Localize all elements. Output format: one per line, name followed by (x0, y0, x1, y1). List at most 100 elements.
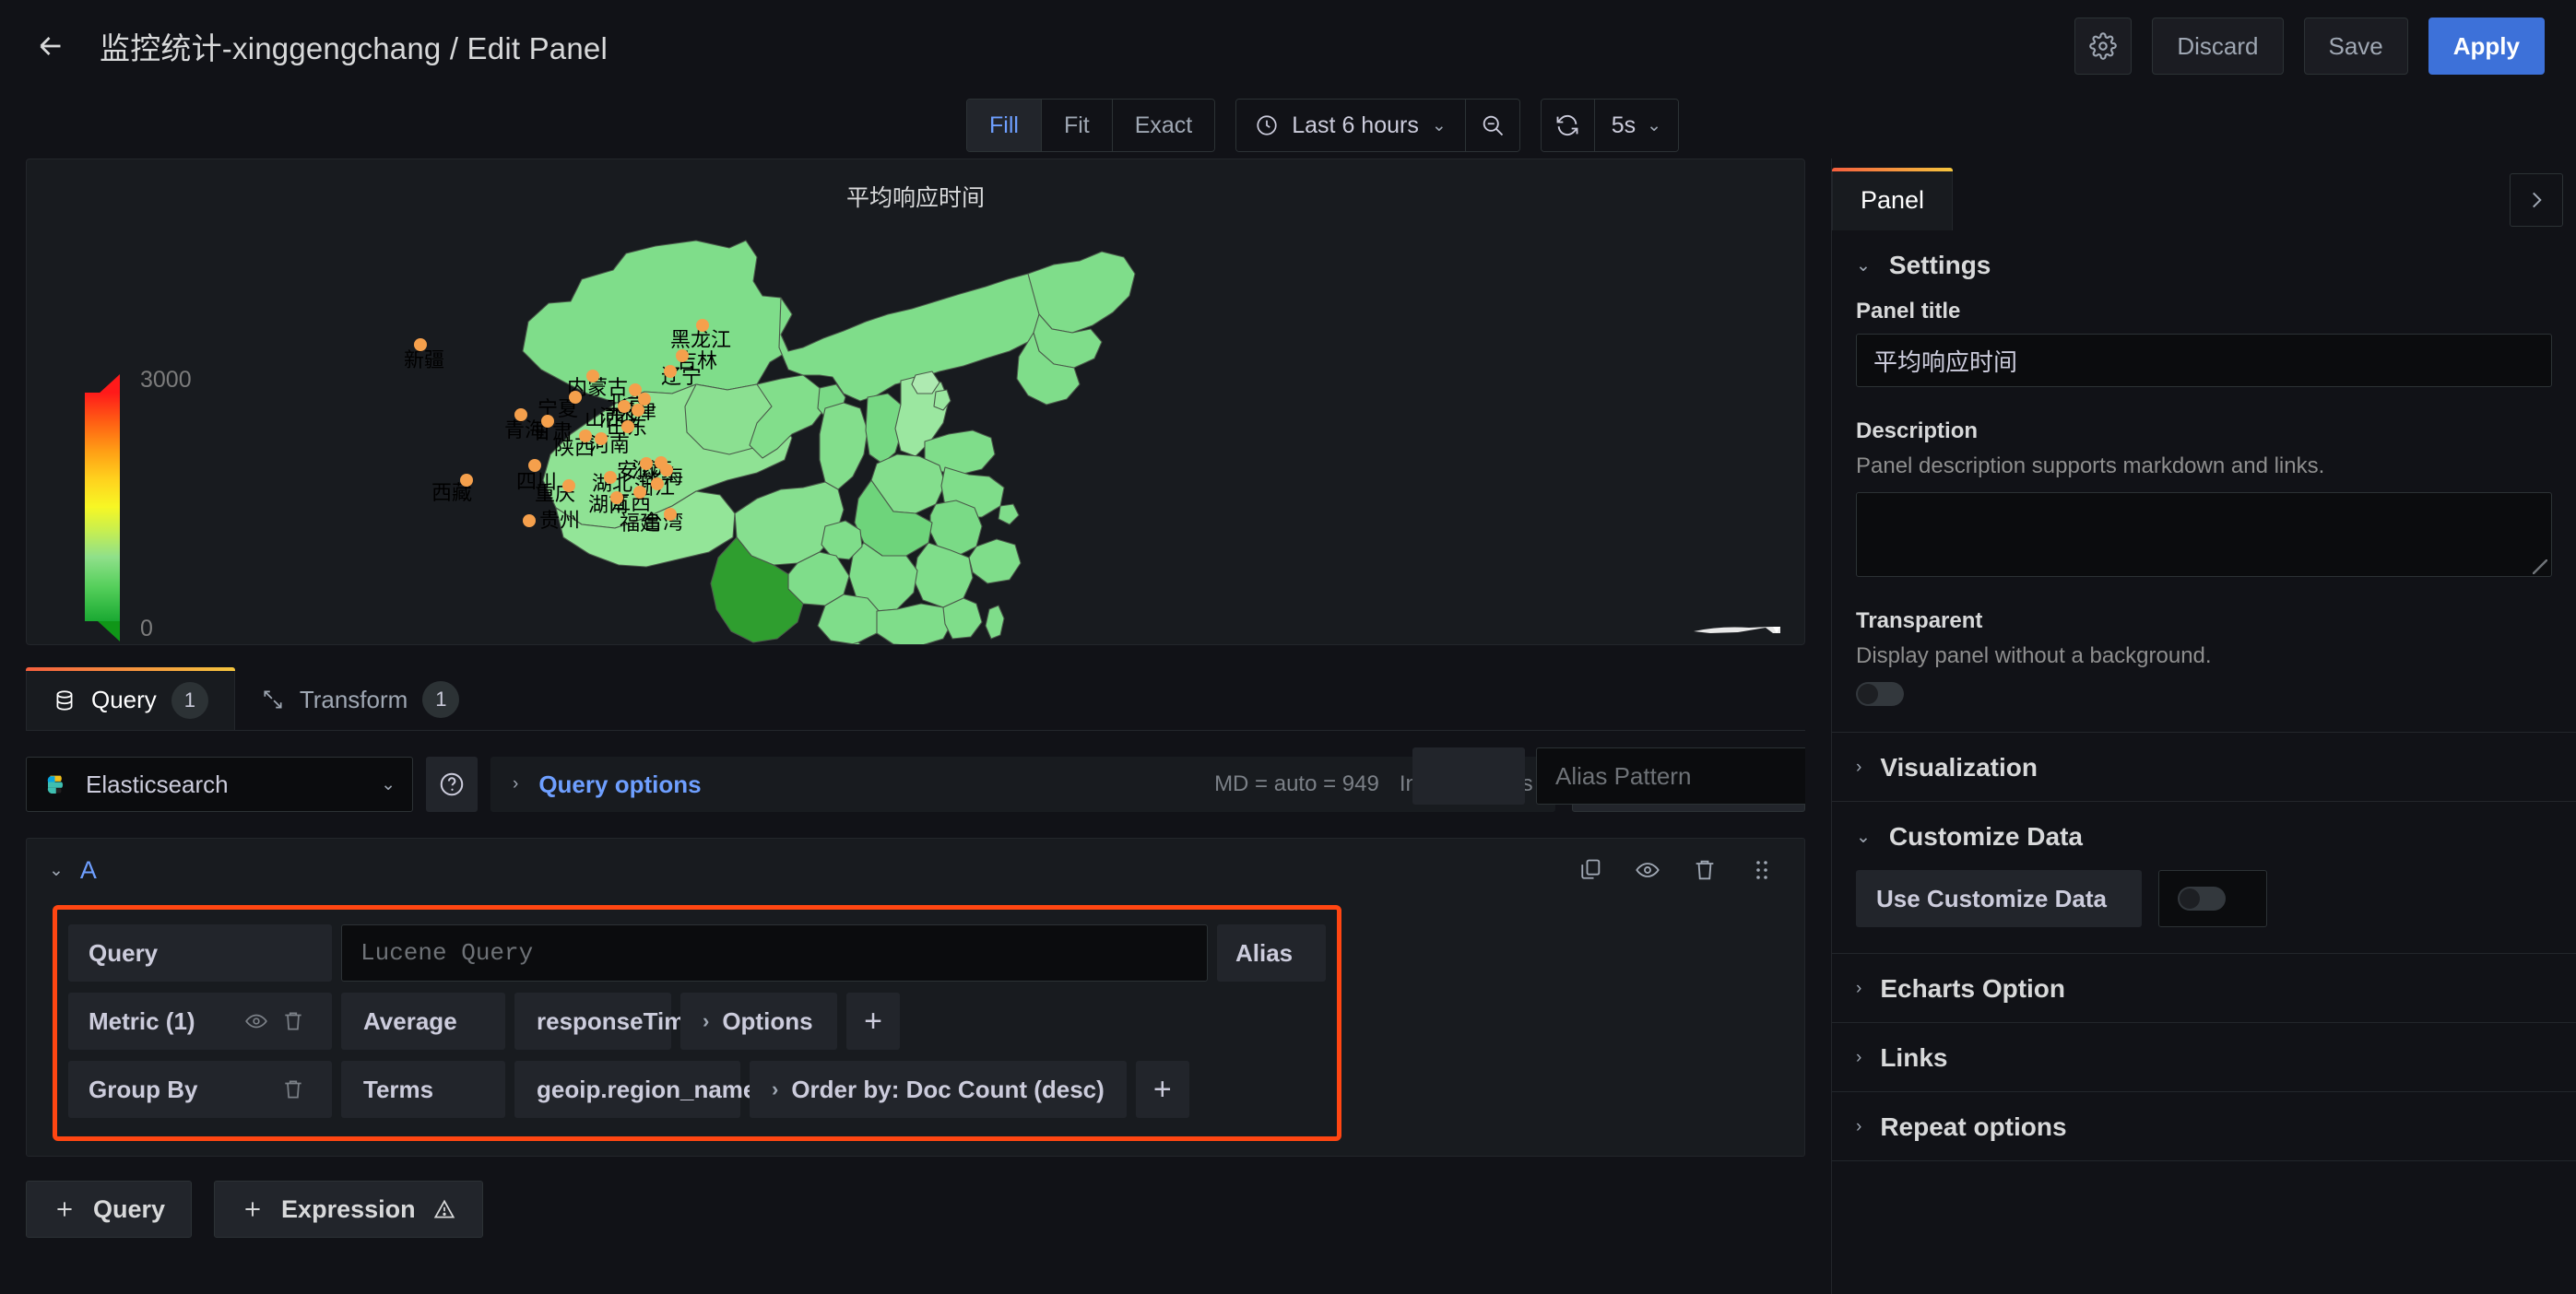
metric-remove-button[interactable] (275, 1009, 312, 1033)
trash-icon (1696, 860, 1714, 880)
map-dot (664, 365, 677, 378)
panel-title-input[interactable]: 平均响应时间 (1856, 334, 2552, 387)
zoom-out-icon (1483, 115, 1503, 136)
discard-button[interactable]: Discard (2152, 18, 2284, 75)
drag-handle[interactable] (1742, 850, 1782, 890)
section-repeat-options-header[interactable]: › Repeat options (1832, 1092, 2576, 1160)
add-group-by-button[interactable]: + (1135, 1061, 1189, 1118)
tab-query[interactable]: Query 1 (26, 667, 235, 730)
section-settings-header[interactable]: ⌄ Settings (1832, 230, 2576, 299)
chevron-right-icon: › (1856, 1117, 1862, 1136)
map-label-xizang: 西藏 (431, 482, 473, 505)
description-textarea[interactable] (1856, 492, 2552, 577)
chevron-down-icon: ⌄ (381, 774, 396, 794)
add-expression-button[interactable]: Expression (214, 1181, 483, 1238)
refresh-dashboard-button[interactable] (1541, 100, 1595, 151)
highlight-region: Query Lucene Query Alias Metric (1) Aver… (53, 905, 1341, 1141)
fit-mode-fit[interactable]: Fit (1041, 100, 1113, 151)
use-customize-data-toggle[interactable] (2158, 870, 2267, 927)
map-dot (562, 479, 575, 492)
fit-mode-fill[interactable]: Fill (967, 100, 1042, 151)
chevron-right-icon[interactable]: › (513, 774, 518, 794)
drag-handle-icon (1756, 861, 1767, 879)
map-dot (569, 391, 582, 404)
metric-toggle-visibility-button[interactable] (238, 1009, 275, 1033)
chevron-down-icon[interactable]: ⌄ (49, 860, 64, 881)
save-button[interactable]: Save (2303, 18, 2408, 75)
apply-button[interactable]: Apply (2428, 18, 2545, 75)
map-dot (640, 457, 653, 470)
section-repeat-options-title: Repeat options (1880, 1112, 2067, 1141)
china-map-svg[interactable] (515, 213, 1373, 645)
section-customize-data-title: Customize Data (1888, 822, 2083, 851)
query-ref-id[interactable]: A (80, 856, 97, 885)
zoom-out-time-button[interactable] (1465, 100, 1519, 151)
database-icon (56, 689, 73, 711)
chevron-right-icon: › (772, 1077, 779, 1100)
section-links-title: Links (1880, 1043, 1948, 1072)
resize-grip-icon[interactable] (2533, 559, 2547, 574)
back-button[interactable] (26, 21, 76, 71)
tab-transform[interactable]: Transform 1 (235, 669, 486, 730)
map-scale-bar (1694, 627, 1780, 633)
transform-icon (264, 690, 282, 709)
description-field-help: Panel description supports markdown and … (1856, 453, 2325, 478)
edit-panel-app: 监控统计-xinggengchang / Edit Panel Discard … (0, 0, 2576, 1294)
section-visualization-header[interactable]: › Visualization (1832, 733, 2576, 801)
panel-settings-button[interactable] (2074, 18, 2133, 75)
chevron-right-icon: › (1856, 758, 1862, 777)
map-dot (414, 338, 427, 351)
fit-mode-exact[interactable]: Exact (1112, 100, 1215, 151)
datasource-help-button[interactable] (426, 757, 478, 812)
section-links-header[interactable]: › Links (1832, 1023, 2576, 1091)
query-options-toggle[interactable]: Query options (538, 771, 701, 799)
map-dot (651, 477, 664, 490)
refresh-interval-button[interactable]: 5s ⌄ (1594, 100, 1679, 151)
metric-field-select[interactable]: responseTime (514, 993, 699, 1050)
add-query-label: Query (93, 1194, 166, 1223)
group-by-field-select[interactable]: geoip.region_name.keyword (514, 1061, 860, 1118)
map-dot (604, 471, 617, 484)
use-customize-data-switch[interactable] (2178, 887, 2226, 911)
add-query-button[interactable]: Query (26, 1181, 193, 1238)
map-dot (638, 393, 651, 406)
toggle-visibility-button[interactable] (1627, 850, 1668, 890)
group-by-remove-button[interactable] (275, 1077, 312, 1101)
chevron-down-icon: ⌄ (1856, 255, 1871, 276)
section-echarts-option: › Echarts Option (1832, 954, 2576, 1023)
chevron-right-icon: › (1856, 1048, 1862, 1067)
metric-options-toggle[interactable]: › Options (680, 993, 837, 1050)
time-range-picker: Last 6 hours ⌄ (1235, 99, 1520, 152)
lucene-query-input[interactable]: Lucene Query (341, 924, 1208, 982)
top-bar: 监控统计-xinggengchang / Edit Panel Discard … (0, 0, 2576, 92)
section-customize-data-header[interactable]: ⌄ Customize Data (1832, 802, 2576, 870)
max-data-points-info: MD = auto = 949 (1214, 771, 1379, 796)
refresh-icon (1556, 114, 1578, 136)
time-range-button[interactable]: Last 6 hours ⌄ (1236, 100, 1466, 151)
remove-query-button[interactable] (1684, 850, 1725, 890)
alias-pattern-input[interactable]: Alias Pattern (1536, 747, 1805, 805)
collapse-options-pane-button[interactable] (2510, 173, 2563, 227)
query-row-label-text: Query (89, 938, 159, 967)
breadcrumb: 监控统计-xinggengchang / Edit Panel (100, 31, 608, 65)
duplicate-query-button[interactable] (1570, 850, 1611, 890)
transparent-toggle[interactable] (1856, 682, 1904, 706)
group-by-order-toggle[interactable]: › Order by: Doc Count (desc) (750, 1061, 1127, 1118)
section-customize-data: ⌄ Customize Data Use Customize Data (1832, 802, 2576, 954)
left-column: 平均响应时间 3000 0 新疆 西藏 青海 甘肃 宁夏 内蒙古 陕西 四川 重… (0, 159, 1831, 1294)
metric-aggregation-select[interactable]: Average (341, 993, 505, 1050)
section-repeat-options: › Repeat options (1832, 1092, 2576, 1161)
chevron-down-icon: ⌄ (1647, 115, 1662, 135)
section-echarts-option-header[interactable]: › Echarts Option (1832, 954, 2576, 1022)
map-dot (460, 474, 473, 487)
trash-icon (285, 1080, 301, 1099)
add-metric-button[interactable]: + (846, 993, 900, 1050)
refresh-interval-label: 5s (1611, 112, 1637, 138)
map-dot (618, 400, 631, 413)
tab-panel-options[interactable]: Panel (1832, 168, 1954, 230)
panel-fit-mode-group: Fill Fit Exact (966, 99, 1216, 152)
elasticsearch-icon (47, 775, 64, 794)
group-by-type-select[interactable]: Terms (341, 1061, 505, 1118)
clock-icon (1257, 115, 1277, 135)
datasource-picker[interactable]: Elasticsearch ⌄ (26, 757, 413, 812)
